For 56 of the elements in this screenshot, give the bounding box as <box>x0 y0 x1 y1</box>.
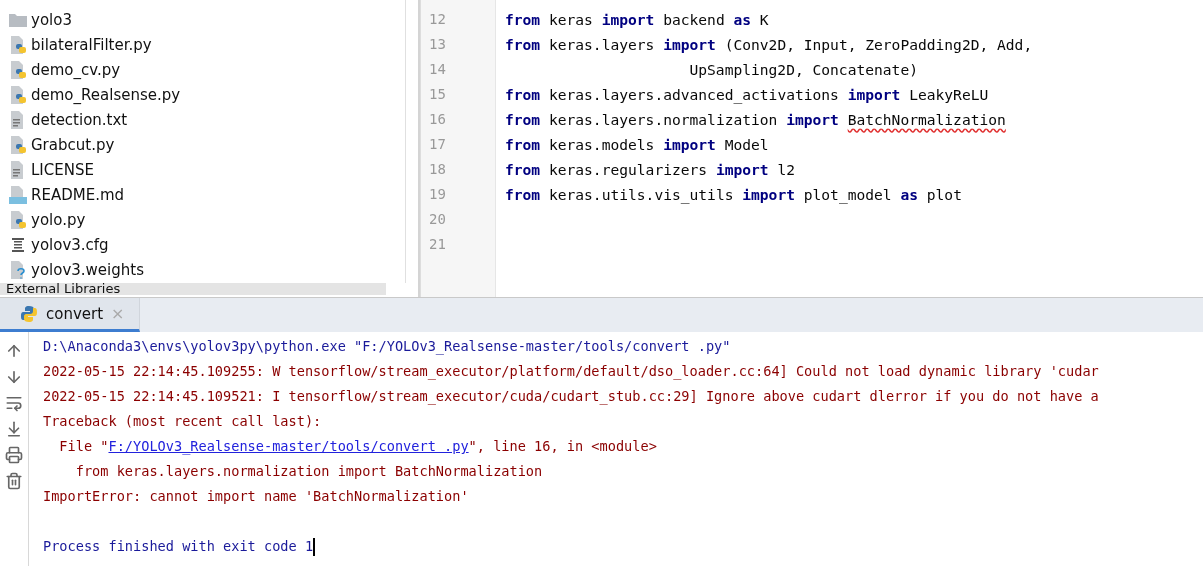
console-line: ImportError: cannot import name 'BatchNormalization' <box>43 487 469 506</box>
line-number: 13 <box>428 35 446 54</box>
file-name[interactable]: yolov3.cfg <box>31 235 109 254</box>
code-line: from keras import backend as K <box>505 10 770 30</box>
file-link[interactable]: F:/YOLOv3_Realsense-master/tools/convert .py <box>108 434 469 459</box>
console-line: 2022-05-15 22:14:45.109255: W tensorflow/stream_executor/platform/default/dso_loader.cc:64] Could not load dynamic library 'cudar <box>43 362 1099 382</box>
down-arrow-icon[interactable] <box>5 368 23 386</box>
console-line: Traceback (most recent call last): <box>43 412 322 431</box>
python-file-icon <box>9 209 27 230</box>
line-number: 18 <box>428 160 446 179</box>
code-line: from keras.models import Model <box>505 135 770 155</box>
run-tab[interactable]: convert × <box>0 298 140 332</box>
python-file-icon <box>9 134 27 155</box>
code-line: from keras.layers.normalization import BatchNormalization <box>505 110 1007 130</box>
code-line: UpSampling2D, Concatenate) <box>688 60 919 80</box>
line-number: 16 <box>428 110 446 129</box>
file-name[interactable]: yolo3 <box>31 10 72 29</box>
line-number: 19 <box>428 185 446 204</box>
line-number: 14 <box>428 60 446 79</box>
trash-icon[interactable] <box>5 472 23 490</box>
code-line: from keras.regularizers import l2 <box>505 160 796 180</box>
console-text: ", line 16, in <module> <box>468 437 657 456</box>
file-name[interactable]: detection.txt <box>31 110 128 129</box>
console-line: from keras.layers.normalization import BatchNormalization <box>74 462 543 481</box>
python-file-icon <box>9 34 27 55</box>
console-line: D:\Anaconda3\envs\yolov3py\python.exe "F:/YOLOv3_Realsense-master/tools/convert .py" <box>43 337 731 357</box>
unknown-file-icon <box>9 259 27 280</box>
python-file-icon <box>9 59 27 80</box>
line-number: 15 <box>428 85 446 104</box>
line-number: 17 <box>428 135 446 154</box>
python-file-icon <box>9 84 27 105</box>
code-line: from keras.layers.advanced_activations import LeakyReLU <box>505 85 990 106</box>
folder-icon <box>9 11 27 28</box>
file-name[interactable]: bilateralFilter.py <box>31 35 152 54</box>
file-name[interactable]: yolov3.weights <box>31 260 144 279</box>
external-libraries-item[interactable]: External Libraries <box>0 283 386 295</box>
file-name[interactable]: demo_Realsense.py <box>31 85 181 104</box>
scroll-to-end-icon[interactable] <box>5 420 23 438</box>
console-line: 2022-05-15 22:14:45.109521: I tensorflow/stream_executor/cuda/cudart_stub.cc:29] Ignore above cudart dlerror if you do not have a <box>43 387 1099 407</box>
printer-icon[interactable] <box>5 446 23 464</box>
markdown-file-icon <box>9 184 27 205</box>
file-name[interactable]: LICENSE <box>31 160 94 179</box>
file-name[interactable]: Grabcut.py <box>31 135 115 154</box>
python-icon <box>20 304 38 323</box>
line-number: 20 <box>428 210 446 229</box>
line-number: 21 <box>428 235 446 254</box>
file-name[interactable]: yolo.py <box>31 210 86 229</box>
code-line: from keras.layers import (Conv2D, Input, ZeroPadding2D, Add, <box>505 35 1033 55</box>
code-line: from keras.utils.vis_utils import plot_model as plot <box>505 185 963 206</box>
file-name[interactable]: demo_cv.py <box>31 60 121 79</box>
tab-label: convert <box>46 304 104 323</box>
console-text: File " <box>58 437 109 456</box>
wrap-text-icon[interactable] <box>5 394 23 412</box>
line-number: 12 <box>428 10 446 29</box>
file-name[interactable]: README.md <box>31 185 125 204</box>
console-line: Process finished with exit code 1 <box>43 537 314 556</box>
